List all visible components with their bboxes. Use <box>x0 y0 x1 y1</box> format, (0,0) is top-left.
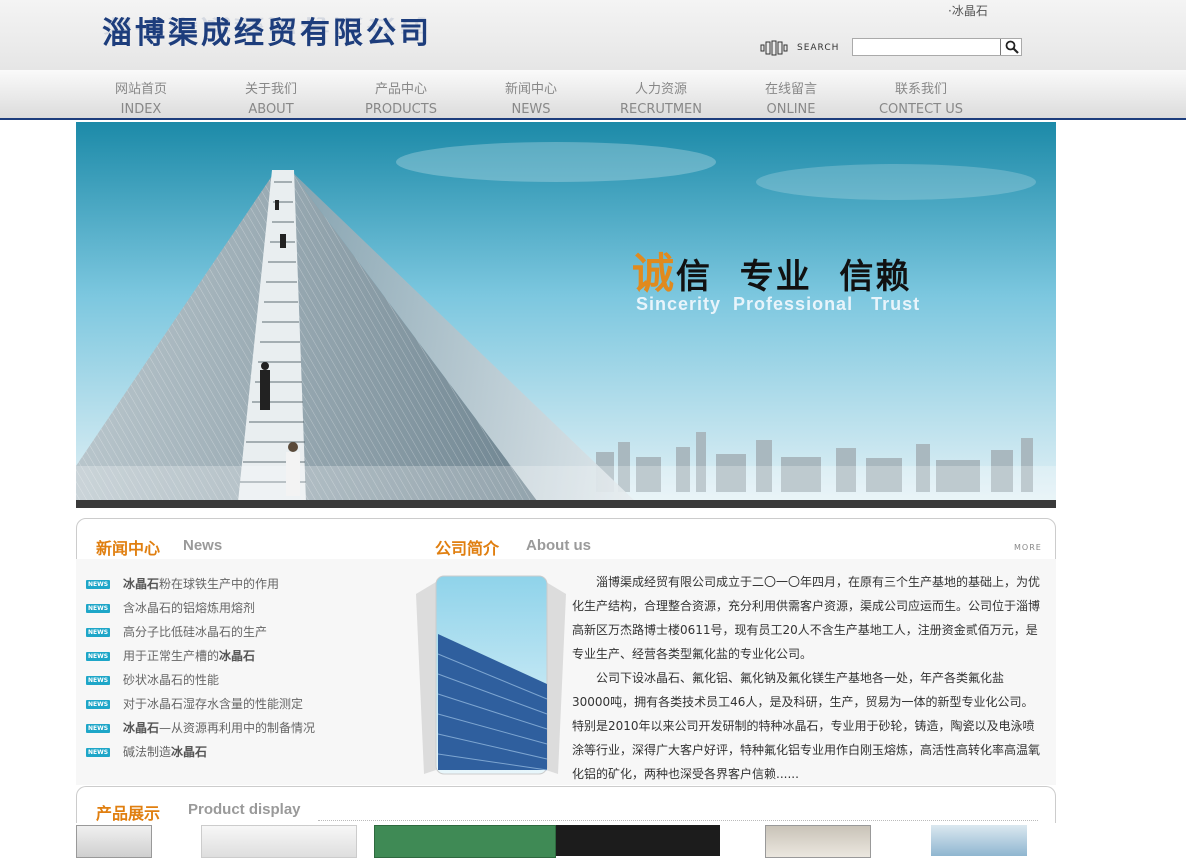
product-thumbnail[interactable] <box>556 825 720 856</box>
magnifier-icon <box>1005 40 1019 54</box>
news-item[interactable]: NEWS 用于正常生产槽的 冰晶石 <box>86 644 315 668</box>
news-keyword: 冰晶石 <box>219 649 256 663</box>
more-link[interactable]: MORE <box>1014 543 1042 552</box>
about-title-en: About us <box>526 537 591 554</box>
search-decor-icon <box>760 40 788 56</box>
top-keyword-link[interactable]: ·冰晶石 <box>948 2 988 19</box>
banner-slogan-english: Sincerity Professional Trust <box>636 294 921 314</box>
nav-label-en: INDEX <box>120 102 162 117</box>
news-badge-icon: NEWS <box>86 723 110 733</box>
news-badge-icon: NEWS <box>86 651 110 661</box>
about-building-image <box>416 575 566 775</box>
product-thumbnail[interactable] <box>931 825 1027 856</box>
nav-label-cn: 人力资源 <box>634 82 687 97</box>
nav-label-cn: 在线留言 <box>764 82 817 97</box>
news-keyword: 冰晶石 <box>123 721 160 735</box>
news-item[interactable]: NEWS 冰晶石 粉在球铁生产中的作用 <box>86 572 315 596</box>
product-thumbnail[interactable] <box>201 825 357 858</box>
news-list: NEWS 冰晶石 粉在球铁生产中的作用 NEWS 含冰晶石的铝熔炼用熔剂 NEWS 高分… <box>86 572 315 764</box>
news-title: 用于正常生产槽的 <box>123 649 220 663</box>
logo-reflection: 淄博渠成经贸有限公司 <box>102 14 432 36</box>
news-title: 碱法制造 <box>123 745 172 759</box>
nav-item-index[interactable]: 网站首页 INDEX <box>76 80 206 120</box>
product-thumbnail[interactable] <box>765 825 871 858</box>
product-thumbnail[interactable] <box>76 825 152 858</box>
main-nav: 网站首页 INDEX 关于我们 ABOUT 产品中心 PRODUCTS 新闻中心 NEW… <box>0 70 1186 120</box>
nav-label-en: CONTECT US <box>878 102 964 117</box>
nav-label-cn: 产品中心 <box>374 82 427 97</box>
search-label: SEARCH <box>797 43 840 53</box>
products-title-cn[interactable]: 产品展示 <box>96 800 160 824</box>
nav-item-about[interactable]: 关于我们 ABOUT <box>206 80 336 120</box>
about-paragraph: 公司下设冰晶石、氟化铝、氟化钠及氟化镁生产基地各一处，年产各类氟化盐30000吨… <box>572 671 1041 781</box>
news-item[interactable]: NEWS 碱法制造 冰晶石 <box>86 740 315 764</box>
nav-item-contact[interactable]: 联系我们 CONTECT US <box>856 80 986 120</box>
news-badge-icon: NEWS <box>86 627 110 637</box>
news-title: 粉在球铁生产中的作用 <box>159 577 280 591</box>
nav-label-cn: 关于我们 <box>244 82 297 97</box>
slogan-first-char: 诚 <box>632 249 677 298</box>
news-title: 砂状冰晶石的性能 <box>123 673 220 687</box>
search-input[interactable] <box>852 38 1022 56</box>
news-keyword: 冰晶石 <box>171 745 208 759</box>
hero-banner <box>76 122 1056 508</box>
news-keyword: 冰晶石 <box>123 577 160 591</box>
nav-item-products[interactable]: 产品中心 PRODUCTS <box>336 80 466 120</box>
nav-label-cn: 网站首页 <box>114 82 167 97</box>
slogan-rest: 信 专业 信赖 <box>676 257 912 297</box>
nav-item-news[interactable]: 新闻中心 NEWS <box>466 80 596 120</box>
news-badge-icon: NEWS <box>86 675 110 685</box>
news-badge-icon: NEWS <box>86 699 110 709</box>
news-title: 高分子比低硅冰晶石的生产 <box>123 625 268 639</box>
news-badge-icon: NEWS <box>86 747 110 757</box>
nav-label-cn: 联系我们 <box>894 82 947 97</box>
banner-slogan: 诚信 专业 信赖 <box>632 240 911 301</box>
about-title-cn[interactable]: 公司简介 <box>435 535 499 559</box>
about-paragraph: 淄博渠成经贸有限公司成立于二〇一〇年四月，在原有三个生产基地的基础上，为优化生产… <box>572 575 1041 661</box>
banner-bottom-bar <box>76 500 1056 508</box>
news-item[interactable]: NEWS 高分子比低硅冰晶石的生产 <box>86 620 315 644</box>
news-item[interactable]: NEWS 对于冰晶石湿存水含量的性能测定 <box>86 692 315 716</box>
news-item[interactable]: NEWS 含冰晶石的铝熔炼用熔剂 <box>86 596 315 620</box>
news-title: 对于冰晶石湿存水含量的性能测定 <box>123 697 304 711</box>
banner-skyscraper-image <box>76 122 1056 508</box>
nav-item-recruitment[interactable]: 人力资源 RECRUTMEN <box>596 80 726 120</box>
nav-label-cn: 新闻中心 <box>504 82 557 97</box>
news-title: 含冰晶石的铝熔炼用熔剂 <box>123 601 256 615</box>
news-title-cn[interactable]: 新闻中心 <box>96 535 160 559</box>
products-title-en: Product display <box>188 801 301 818</box>
nav-label-en: RECRUTMEN <box>620 102 702 117</box>
news-title-en: News <box>183 537 223 554</box>
news-badge-icon: NEWS <box>86 579 110 589</box>
nav-item-online[interactable]: 在线留言 ONLINE <box>726 80 856 120</box>
news-item[interactable]: NEWS 砂状冰晶石的性能 <box>86 668 315 692</box>
products-divider <box>318 820 1038 821</box>
nav-label-en: ONLINE <box>766 102 816 117</box>
news-badge-icon: NEWS <box>86 603 110 613</box>
news-title: —从资源再利用中的制备情况 <box>159 721 316 735</box>
nav-label-en: ABOUT <box>248 102 294 117</box>
news-item[interactable]: NEWS 冰晶石 —从资源再利用中的制备情况 <box>86 716 315 740</box>
product-thumbnail[interactable] <box>374 825 556 858</box>
nav-label-en: NEWS <box>511 102 551 117</box>
search-button[interactable] <box>1000 39 1023 55</box>
about-text: 淄博渠成经贸有限公司成立于二〇一〇年四月，在原有三个生产基地的基础上，为优化生产… <box>572 570 1042 786</box>
nav-label-en: PRODUCTS <box>365 102 437 117</box>
